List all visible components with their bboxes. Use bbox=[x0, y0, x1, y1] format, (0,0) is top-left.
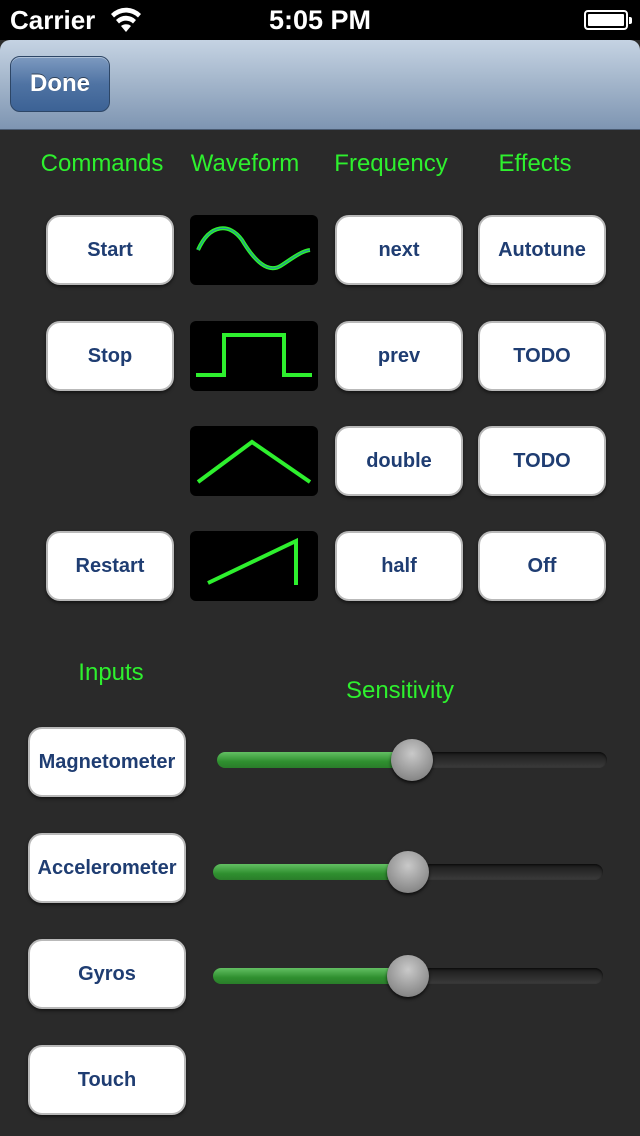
accelerometer-button[interactable]: Accelerometer bbox=[28, 833, 186, 903]
battery-icon bbox=[584, 10, 632, 30]
magnetometer-sensitivity-slider[interactable] bbox=[217, 739, 607, 781]
off-effect-button[interactable]: Off bbox=[478, 531, 606, 601]
slider-thumb[interactable] bbox=[391, 739, 433, 781]
status-bar: Carrier 5:05 PM bbox=[0, 0, 640, 40]
header-commands: Commands bbox=[40, 150, 164, 177]
slider-fill bbox=[213, 968, 408, 984]
sawtooth-wave-button[interactable] bbox=[190, 531, 318, 601]
header-waveform: Waveform bbox=[190, 150, 300, 177]
autotune-button[interactable]: Autotune bbox=[478, 215, 606, 285]
start-button[interactable]: Start bbox=[46, 215, 174, 285]
slider-thumb[interactable] bbox=[387, 955, 429, 997]
header-frequency: Frequency bbox=[334, 150, 448, 177]
triangle-wave-button[interactable] bbox=[190, 426, 318, 496]
magnetometer-button[interactable]: Magnetometer bbox=[28, 727, 186, 797]
stop-button[interactable]: Stop bbox=[46, 321, 174, 391]
half-frequency-button[interactable]: half bbox=[335, 531, 463, 601]
sine-wave-button[interactable] bbox=[190, 215, 318, 285]
todo-effect-button-1[interactable]: TODO bbox=[478, 321, 606, 391]
accelerometer-sensitivity-slider[interactable] bbox=[213, 851, 603, 893]
todo-effect-button-2[interactable]: TODO bbox=[478, 426, 606, 496]
square-wave-icon bbox=[196, 333, 312, 377]
slider-fill bbox=[213, 864, 408, 880]
sine-wave-icon bbox=[196, 226, 311, 271]
touch-button[interactable]: Touch bbox=[28, 1045, 186, 1115]
prev-frequency-button[interactable]: prev bbox=[335, 321, 463, 391]
gyros-button[interactable]: Gyros bbox=[28, 939, 186, 1009]
double-frequency-button[interactable]: double bbox=[335, 426, 463, 496]
status-time: 5:05 PM bbox=[268, 5, 372, 35]
square-wave-button[interactable] bbox=[190, 321, 318, 391]
slider-fill bbox=[217, 752, 412, 768]
done-button[interactable]: Done bbox=[10, 56, 110, 112]
sensitivity-label: Sensitivity bbox=[345, 677, 455, 704]
next-frequency-button[interactable]: next bbox=[335, 215, 463, 285]
slider-thumb[interactable] bbox=[387, 851, 429, 893]
inputs-label: Inputs bbox=[78, 659, 144, 686]
navigation-bar: Done bbox=[0, 40, 640, 130]
gyros-sensitivity-slider[interactable] bbox=[213, 955, 603, 997]
triangle-wave-icon bbox=[196, 439, 312, 484]
restart-button[interactable]: Restart bbox=[46, 531, 174, 601]
header-effects: Effects bbox=[498, 150, 572, 177]
sawtooth-wave-icon bbox=[207, 537, 298, 585]
